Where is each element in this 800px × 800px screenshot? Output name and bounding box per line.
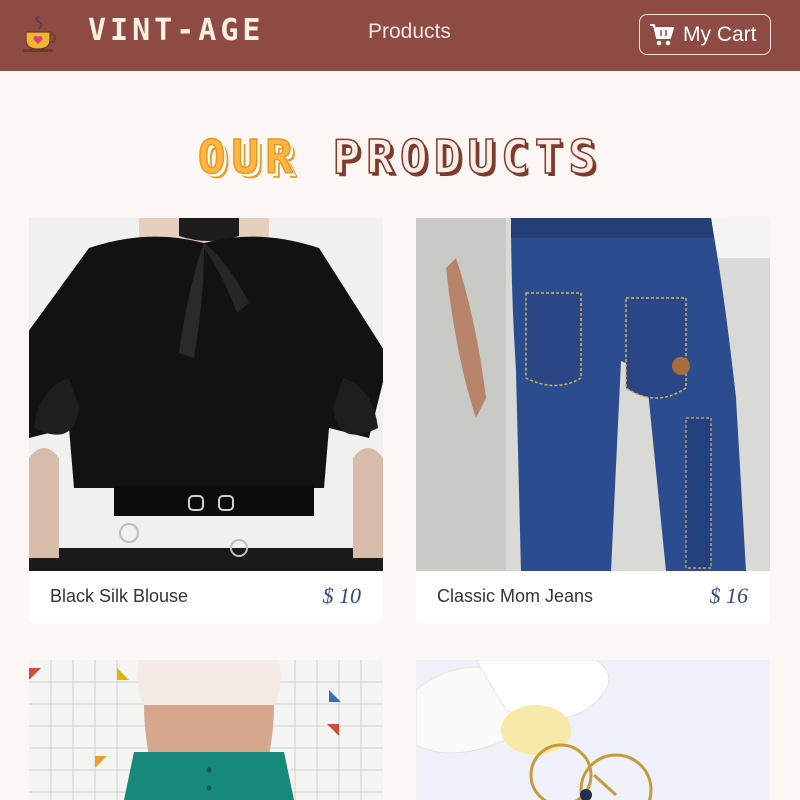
product-card[interactable] xyxy=(29,660,383,800)
product-price: $ 16 xyxy=(709,583,749,608)
page-title: OUR PRODUCTS xyxy=(0,129,800,185)
my-cart-button[interactable]: My Cart xyxy=(639,14,771,55)
shopping-cart-icon xyxy=(650,23,674,45)
nav-link-products[interactable]: Products xyxy=(368,20,451,44)
product-card[interactable]: Classic Mom Jeans $ 16 xyxy=(416,218,770,623)
gold-earrings-photo[interactable] xyxy=(416,660,770,800)
product-card[interactable] xyxy=(416,660,770,800)
page-title-word-products: PRODUCTS xyxy=(332,129,603,185)
product-info-bar: Classic Mom Jeans $ 16 xyxy=(416,571,770,623)
page-title-word-our: OUR xyxy=(197,129,299,185)
brand-logo-text[interactable]: VINT-AGE xyxy=(88,13,265,48)
navbar: VINT-AGE Products My Cart xyxy=(0,0,800,71)
product-name[interactable]: Classic Mom Jeans xyxy=(437,586,593,607)
product-info-bar: Black Silk Blouse $ 10 xyxy=(29,571,383,623)
coffee-cup-heart-icon[interactable] xyxy=(21,14,57,54)
black-blouse-photo[interactable] xyxy=(29,218,383,571)
my-cart-label: My Cart xyxy=(683,22,757,46)
product-price: $ 10 xyxy=(322,583,362,608)
teal-skirt-photo[interactable] xyxy=(29,660,383,800)
mom-jeans-photo[interactable] xyxy=(416,218,770,571)
product-name[interactable]: Black Silk Blouse xyxy=(50,586,188,607)
product-card[interactable]: Black Silk Blouse $ 10 xyxy=(29,218,383,623)
